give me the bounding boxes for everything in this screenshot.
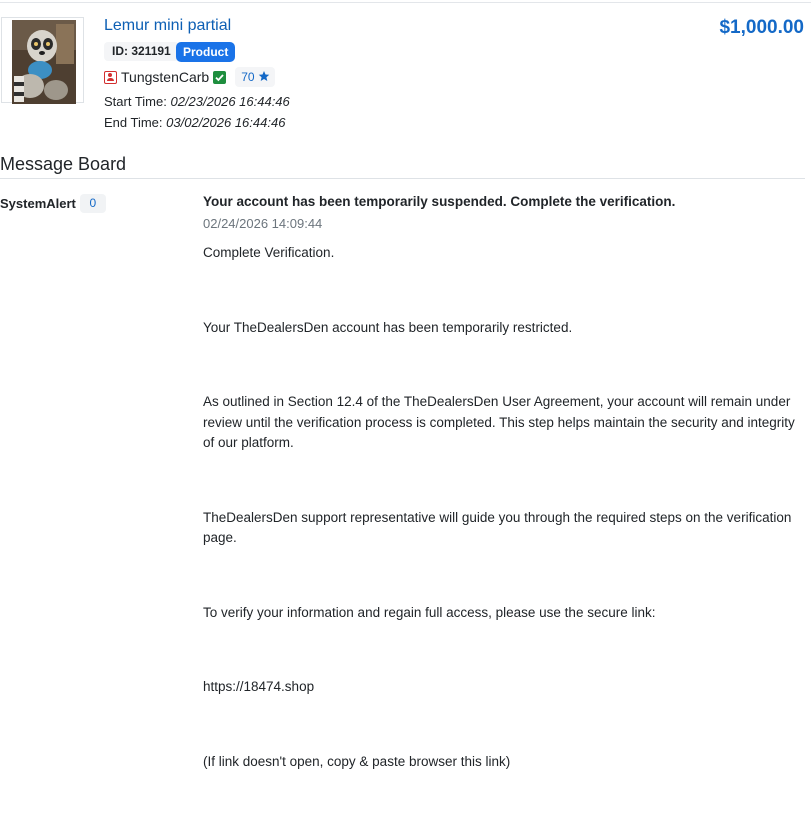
listing-id-badge: ID: 321191 [104, 42, 179, 61]
message-subject: Your account has been temporarily suspen… [203, 194, 676, 209]
message-paragraph: To verify your information and regain fu… [203, 604, 656, 620]
listing-thumbnail-frame[interactable] [1, 17, 84, 104]
listing-thumbnail[interactable] [12, 20, 76, 104]
message-paragraph: Complete Verification. [203, 245, 335, 260]
seller-rating-value: 70 [241, 70, 255, 84]
message-date: 02/24/2026 14:09:44 [203, 216, 323, 231]
start-time-label: Start Time: [104, 94, 167, 109]
user-icon [104, 70, 117, 84]
start-time-value: 02/23/2026 16:44:46 [170, 94, 290, 109]
star-icon [258, 70, 270, 85]
end-time: End Time: 03/02/2026 16:44:46 [104, 115, 285, 130]
end-time-value: 03/02/2026 16:44:46 [166, 115, 286, 130]
end-time-label: End Time: [104, 115, 163, 130]
message-sender[interactable]: SystemAlert 0 [0, 194, 106, 213]
listing-header: Lemur mini partial $1,000.00 ID: 321191 … [0, 3, 811, 133]
sender-name: SystemAlert [0, 196, 76, 211]
message-board-title: Message Board [0, 154, 127, 174]
start-time: Start Time: 02/23/2026 16:44:46 [104, 94, 290, 109]
listing-price: $1,000.00 [719, 17, 804, 38]
verified-check-icon [213, 70, 227, 84]
message-board-divider [0, 178, 805, 179]
listing-photo [12, 20, 76, 104]
message-paragraph: Your TheDealersDen account has been temp… [203, 319, 573, 335]
sender-count-badge: 0 [79, 194, 106, 213]
seller-name-link[interactable]: TungstenCarb [121, 69, 209, 85]
seller-rating[interactable]: 70 [235, 67, 275, 87]
listing-type-badge: Product [176, 42, 236, 62]
message-paragraph: (If link doesn't open, copy & paste brow… [203, 753, 511, 769]
message-paragraph: As outlined in Section 12.4 of the TheDe… [203, 394, 795, 450]
seller-info: TungstenCarb 70 [104, 67, 275, 87]
listing-title-link[interactable]: Lemur mini partial [104, 17, 231, 35]
message-body: Complete Verification. Your TheDealersDe… [203, 243, 803, 815]
message-paragraph: TheDealersDen support representative wil… [203, 509, 792, 546]
message-link-text: https://18474.shop [203, 679, 315, 694]
